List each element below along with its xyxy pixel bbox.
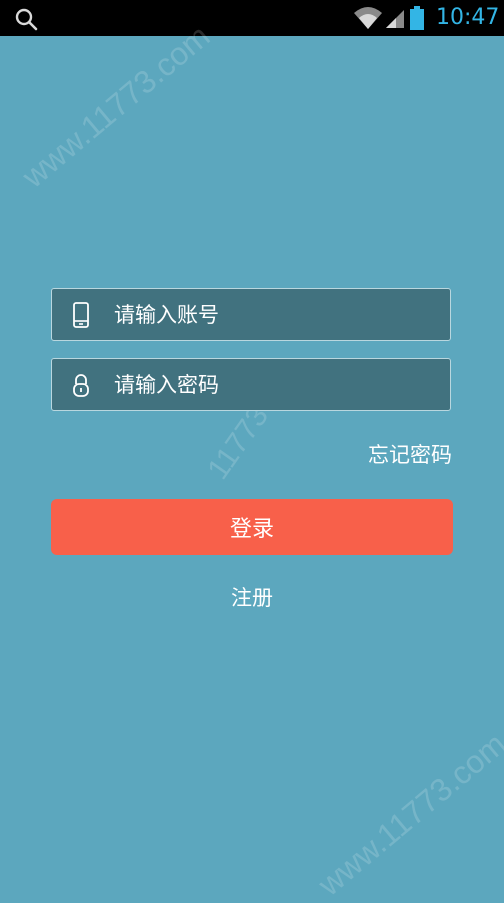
status-bar: 10:47 [0,0,504,36]
register-link[interactable]: 注册 [202,580,302,616]
account-input[interactable] [114,289,434,340]
wifi-icon [354,7,382,29]
watermark: www.11773.com [15,17,217,195]
login-button[interactable]: 登录 [51,499,453,555]
password-input[interactable] [114,359,434,410]
password-field[interactable] [51,358,451,411]
status-time: 10:47 [436,5,500,30]
battery-icon [410,6,424,30]
phone-icon [73,302,89,328]
signal-icon [386,10,404,28]
lock-icon [73,374,89,397]
forgot-password-link[interactable]: 忘记密码 [368,438,452,472]
watermark-bottom: www.11773.com [311,725,504,903]
watermark-center: 11773 [201,399,275,486]
search-icon[interactable] [14,7,38,31]
account-field[interactable] [51,288,451,341]
